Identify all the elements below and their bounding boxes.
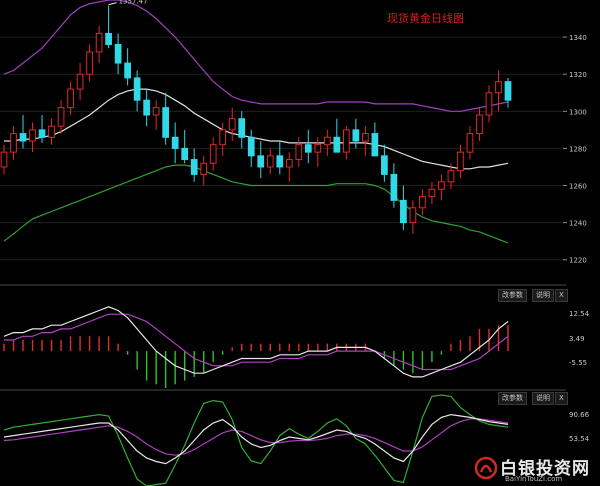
candle-up [314,144,322,153]
candle-down [181,147,189,161]
macd-y-axis: 12.54 3.49 -5.55 [569,310,590,367]
candle-down [400,199,407,224]
kdj-y-label: 53.54 [569,435,590,443]
peak-label: 1357.47 [119,0,148,6]
candle-up [409,207,417,224]
candle-down [171,136,179,149]
candle-up [476,114,483,135]
candle-down [124,62,131,79]
main-y-tick-label: 1300 [569,108,587,116]
macd-params-button[interactable]: 改参数 [498,289,527,302]
kdj-j-line [3,394,509,486]
candle-up [228,118,236,131]
candle-up [285,159,293,168]
candle-down [162,107,170,138]
candle-up [67,88,74,109]
candle-down [371,133,379,157]
candle-down [143,99,150,116]
candle-up [95,32,103,53]
macd-info-button[interactable]: 说明 [532,289,554,302]
candle-down [114,44,122,64]
candle-down [381,155,388,175]
main-y-tick-label: 1280 [569,145,587,153]
candle-down [19,133,27,142]
main-y-tick-label: 1320 [569,71,587,79]
candle-up [447,170,455,183]
peak-pointer [108,2,117,6]
candle-up [57,107,65,127]
candle-up [209,144,217,164]
candle-up [29,129,36,142]
candles-group [0,5,512,234]
candle-up [495,81,502,94]
main-y-tick-label: 1260 [569,183,587,191]
main-y-tick-label: 1240 [569,220,587,228]
candle-up [10,133,17,153]
candle-down [247,136,255,157]
candle-down [333,136,341,153]
main-grid [0,36,566,261]
macd-histogram [3,325,509,388]
chart-svg: 1357.47 现货黄金日线图 1220 1240 1260 1280 1300 1320… [0,0,590,486]
ma-line [4,88,509,170]
candle-up [76,73,84,90]
candle-up [0,151,8,168]
candle-down [257,155,265,168]
kdj-y-axis: 90.66 53.54 [569,411,590,443]
candle-up [200,162,208,175]
candle-down [504,81,512,101]
kdj-params-button[interactable]: 改参数 [498,392,527,405]
candle-up [428,188,436,198]
macd-close-button[interactable]: X [555,289,568,302]
candle-up [48,125,55,138]
candle-up [362,133,369,142]
kdj-close-button[interactable]: X [555,392,568,405]
candle-down [390,173,398,201]
main-y-axis: 1220 1240 1260 1280 1300 1320 1340 [563,34,587,265]
candle-down [238,118,246,138]
candle-up [295,144,303,161]
candle-down [304,144,312,153]
macd-y-label: -5.55 [569,359,587,367]
watermark-logo-icon [474,456,498,480]
candle-down [276,155,284,168]
candle-up [266,155,274,168]
candle-up [342,129,350,153]
macd-panel: 12.54 3.49 -5.55 [0,306,590,391]
candle-up [438,181,445,190]
macd-y-label: 3.49 [569,335,585,343]
candle-up [152,107,160,116]
kdj-y-label: 90.66 [569,411,590,419]
candle-up [219,129,227,146]
candle-down [352,129,360,142]
macd-y-label: 12.54 [569,310,590,318]
candle-up [419,196,426,209]
kdj-info-button[interactable]: 说明 [532,392,554,405]
candle-up [323,136,331,146]
candle-up [86,51,93,75]
candle-up [466,133,474,153]
chart-title: 现货黄金日线图 [387,11,464,25]
peak-marker: 1357.47 [108,0,148,6]
candle-down [190,159,198,175]
candle-up [485,92,493,116]
main-panel: 1357.47 现货黄金日线图 1220 1240 1260 1280 1300 1320… [0,0,587,286]
candle-down [38,129,46,138]
candle-down [105,32,112,46]
main-y-tick-label: 1340 [569,34,587,42]
main-y-tick-label: 1220 [569,257,587,265]
candle-up [457,151,464,172]
candle-down [133,77,141,101]
watermark-url: BaiYinTouZi.com [505,475,563,483]
